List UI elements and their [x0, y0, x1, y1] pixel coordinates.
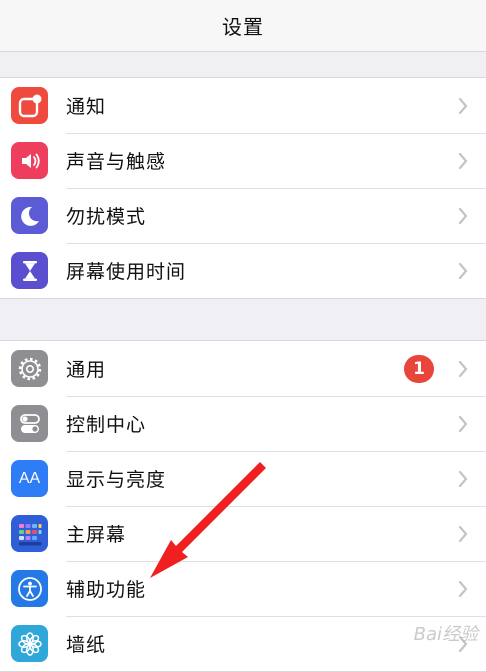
page-title: 设置 [222, 15, 264, 39]
gear-icon [11, 350, 48, 387]
moon-icon [11, 197, 48, 234]
settings-row-label: 勿扰模式 [66, 206, 147, 228]
chevron-right-icon [458, 416, 468, 432]
speaker-icon [11, 142, 48, 179]
navigation-bar: 设置 [0, 0, 486, 52]
chevron-right-icon [458, 263, 468, 279]
settings-row-label: 主屏幕 [66, 524, 127, 546]
chevron-right-icon [458, 526, 468, 542]
hourglass-icon [11, 252, 48, 289]
settings-row-label: 墙纸 [66, 634, 107, 656]
chevron-right-icon [458, 153, 468, 169]
home-screen-grid-icon [11, 515, 48, 552]
settings-row-accessibility[interactable]: 辅助功能 [0, 561, 486, 616]
settings-row-label: 声音与触感 [66, 151, 167, 173]
accessibility-icon [11, 570, 48, 607]
chevron-right-icon [458, 208, 468, 224]
notification-icon [11, 87, 48, 124]
settings-row-home-screen[interactable]: 主屏幕 [0, 506, 486, 561]
notification-badge: 1 [404, 355, 434, 383]
flower-icon [11, 625, 48, 662]
settings-row-general[interactable]: 通用 1 [0, 341, 486, 396]
text-size-icon: AA [11, 460, 48, 497]
chevron-right-icon [458, 98, 468, 114]
settings-row-notifications[interactable]: 通知 [0, 78, 486, 133]
watermark-logo: Bai经验 [413, 624, 478, 645]
text-size-icon-glyph: AA [18, 469, 41, 487]
settings-row-screen-time[interactable]: 屏幕使用时间 [0, 243, 486, 298]
settings-group-1: 通知 声音与触感 勿扰模式 屏幕使用时间 [0, 77, 486, 299]
settings-row-label: 辅助功能 [66, 579, 147, 601]
settings-row-display-brightness[interactable]: AA 显示与亮度 [0, 451, 486, 506]
chevron-right-icon [458, 361, 468, 377]
settings-row-label: 控制中心 [66, 414, 147, 436]
settings-row-label: 屏幕使用时间 [66, 261, 187, 283]
toggles-icon [11, 405, 48, 442]
settings-row-control-center[interactable]: 控制中心 [0, 396, 486, 451]
settings-row-label: 显示与亮度 [66, 469, 167, 491]
chevron-right-icon [458, 471, 468, 487]
settings-row-label: 通知 [66, 96, 107, 118]
settings-row-label: 通用 [66, 359, 107, 381]
settings-row-do-not-disturb[interactable]: 勿扰模式 [0, 188, 486, 243]
settings-row-sounds[interactable]: 声音与触感 [0, 133, 486, 188]
chevron-right-icon [458, 581, 468, 597]
